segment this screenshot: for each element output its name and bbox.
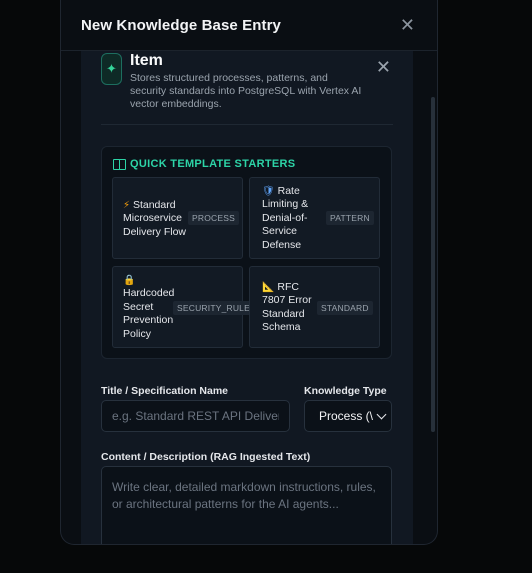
item-header: ✦ Item Stores structured processes, patt…	[101, 51, 393, 125]
item-description: Stores structured processes, patterns, a…	[130, 72, 362, 110]
book-icon	[113, 159, 126, 170]
lightning-icon: ⚡	[123, 200, 131, 211]
content-textarea[interactable]	[101, 466, 392, 544]
modal-title: New Knowledge Base Entry	[81, 16, 281, 34]
item-panel: ✦ Item Stores structured processes, patt…	[81, 51, 413, 544]
shield-icon: 🛡	[262, 186, 275, 197]
template-card-rate-limiting[interactable]: 🛡 Rate Limiting & Denial-of-Service Defe…	[249, 177, 380, 259]
template-card-secret-prevention[interactable]: 🔒 Hardcoded Secret Prevention Policy SEC…	[112, 266, 254, 348]
sparkles-icon: ✦	[101, 53, 122, 85]
card-text: ⚡ Standard Microservice Delivery Flow	[123, 199, 191, 239]
type-badge: PROCESS	[188, 211, 239, 225]
content-label: Content / Description (RAG Ingested Text…	[101, 451, 311, 463]
scrollbar-thumb[interactable]	[431, 97, 435, 432]
type-badge: SECURITY_RULE	[173, 301, 254, 315]
card-text: 🛡 Rate Limiting & Denial-of-Service Defe…	[262, 185, 322, 252]
card-label: Standard Microservice Delivery Flow	[123, 199, 187, 238]
knowledge-type-label: Knowledge Type	[304, 385, 387, 397]
starters-header: QUICK TEMPLATE STARTERS	[113, 158, 295, 170]
card-text: 📐 RFC 7807 Error Standard Schema	[262, 281, 318, 335]
item-title: Item	[130, 52, 163, 69]
knowledge-type-select[interactable]: Process (\	[304, 400, 392, 432]
template-card-microservice-flow[interactable]: ⚡ Standard Microservice Delivery Flow PR…	[112, 177, 243, 259]
lock-icon: 🔒	[123, 275, 136, 286]
title-label: Title / Specification Name	[101, 385, 229, 397]
card-label: Hardcoded Secret Prevention Policy	[123, 287, 175, 340]
chevron-down-icon	[376, 409, 387, 420]
template-starters: QUICK TEMPLATE STARTERS ⚡ Standard Micro…	[101, 146, 392, 359]
scrollbar-track[interactable]	[431, 97, 435, 432]
type-badge: PATTERN	[326, 211, 374, 225]
type-badge: STANDARD	[317, 301, 373, 315]
close-icon[interactable]: ✕	[400, 15, 415, 36]
modal-dialog: New Knowledge Base Entry ✕ ✦ Item Stores…	[60, 0, 438, 545]
title-input[interactable]	[101, 400, 290, 432]
select-value: Process (\	[319, 409, 374, 423]
close-icon[interactable]: ✕	[376, 57, 391, 78]
starters-title: QUICK TEMPLATE STARTERS	[130, 158, 296, 170]
modal-header: New Knowledge Base Entry ✕	[61, 0, 437, 51]
template-card-rfc7807[interactable]: 📐 RFC 7807 Error Standard Schema STANDAR…	[249, 266, 380, 348]
ruler-icon: 📐	[262, 282, 275, 293]
